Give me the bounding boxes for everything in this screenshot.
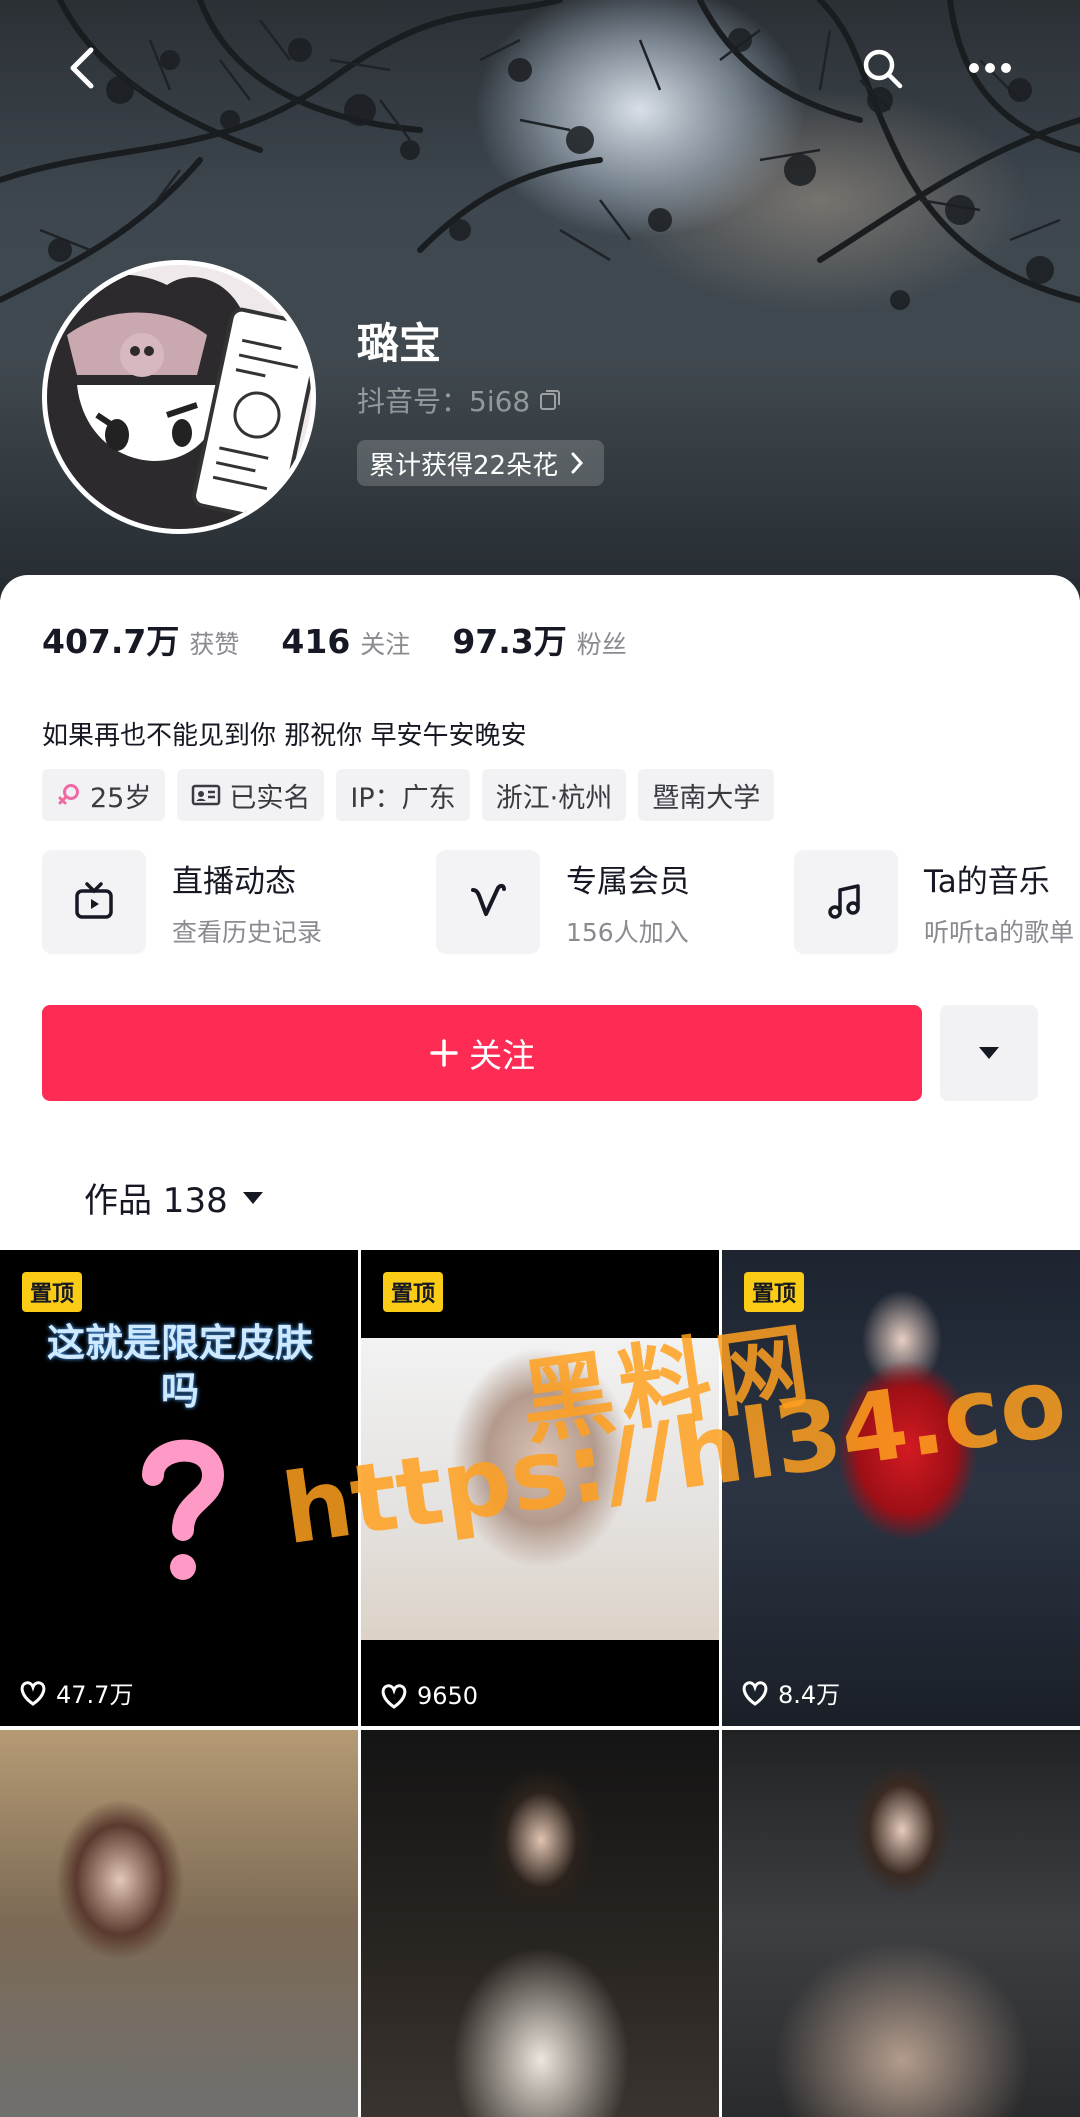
back-button[interactable] [52,38,112,98]
follow-label: 关注 [469,1036,535,1075]
more-options-button[interactable] [960,38,1020,98]
feature-icon-box [42,850,146,954]
stat-value: 97.3万 [452,622,567,661]
stat-value: 407.7万 [42,622,180,661]
stat-label: 获赞 [189,630,240,659]
caret-down-icon [242,1191,263,1204]
v-badge-icon [471,883,506,916]
stat-label: 关注 [360,630,411,659]
video-thumbnail[interactable]: 置顶 8.4万 [722,1250,1080,1726]
profile-card: 407.7万 获赞 416 关注 97.3万 粉丝 如果再也不能见到你 那祝你 … [0,575,1080,1245]
profile-tags: 25岁 已实名 IP：广东 浙江·杭州 暨南大学 [42,769,775,821]
caret-down-icon [979,1047,999,1059]
heart-icon [742,1680,768,1706]
copy-icon [540,390,561,410]
search-button[interactable] [852,38,912,98]
tag-label: 暨南大学 [652,782,761,814]
feature-text: 专属会员 156人加入 [566,856,690,949]
thumbnail-image [0,1730,358,2117]
works-grid: 这就是限定皮肤吗 置顶 47.7万 置顶 9650 置顶 8.4万 [0,1250,1080,2117]
like-count-text: 47.7万 [56,1681,134,1709]
like-count-text: 8.4万 [778,1681,841,1709]
stat-value: 416 [281,622,351,661]
stat-likes: 407.7万 获赞 [42,615,239,663]
works-tab-label: 作品 138 [84,1181,228,1221]
follow-button[interactable]: 关注 [42,1005,922,1101]
video-thumbnail[interactable] [722,1730,1080,2117]
feature-text: 直播动态 查看历史记录 [172,856,322,949]
pinned-badge: 置顶 [383,1272,444,1312]
tag-age: 25岁 [42,769,166,821]
like-count: 47.7万 [18,1675,133,1710]
pinned-badge: 置顶 [744,1272,805,1312]
chevron-left-icon [70,47,94,89]
chevron-right-icon [571,452,584,474]
pinned-badge: 置顶 [22,1272,83,1312]
feature-membership[interactable]: 专属会员 156人加入 [436,847,690,957]
feature-icon-box [794,850,898,954]
douyin-id-text: 抖音号：5i68 [357,385,531,418]
video-thumbnail[interactable]: 这就是限定皮肤吗 置顶 47.7万 [0,1250,358,1726]
avatar-illustration [47,265,311,529]
video-thumbnail[interactable]: 置顶 9650 [361,1250,719,1726]
nickname: 璐宝 [357,319,442,368]
plus-icon [430,1039,458,1067]
feature-subtitle: 查看历史记录 [172,917,323,947]
stat-following[interactable]: 416 关注 [281,622,410,661]
tag-label: 已实名 [229,782,311,814]
tv-icon [75,882,113,919]
bio-text: 如果再也不能见到你 那祝你 早安午安晚安 [42,721,527,751]
thumbnail-image [361,1338,719,1640]
thumbnail-image [361,1730,719,2117]
tag-location: 浙江·杭州 [481,769,627,821]
tag-label: IP：广东 [350,782,456,814]
more-dots-icon [969,63,1011,73]
like-count: 9650 [379,1682,478,1710]
feature-title: Ta的音乐 [924,863,1050,900]
feature-live-history[interactable]: 直播动态 查看历史记录 [42,847,322,957]
flowers-label: 累计获得22朵花 [369,450,559,481]
feature-title: 直播动态 [172,863,296,900]
profile-banner: 璐宝 抖音号：5i68 累计获得22朵花 [0,0,1080,600]
tab-works[interactable]: 作品 138 [84,1173,264,1222]
music-note-icon [828,884,860,919]
tag-verified: 已实名 [177,769,325,821]
thumbnail-caption: 这就是限定皮肤吗 [46,1321,313,1413]
video-thumbnail[interactable] [0,1730,358,2117]
heart-icon [20,1680,46,1706]
female-gender-icon [58,784,79,805]
tag-label: 浙江·杭州 [495,782,613,814]
feature-subtitle: 听听ta的歌单 [924,917,1075,947]
recommend-dropdown-button[interactable] [940,1005,1038,1101]
feature-music[interactable]: Ta的音乐 听听ta的歌单 [794,847,1074,957]
id-card-icon [192,784,221,806]
heart-icon [381,1684,407,1709]
search-icon [863,49,903,89]
feature-subtitle: 156人加入 [566,917,689,947]
thumbnail-image [722,1730,1080,2117]
feature-icon-box [436,850,540,954]
tag-label: 25岁 [90,782,152,814]
thumbnail-image [722,1250,1080,1726]
flowers-chip[interactable]: 累计获得22朵花 [357,440,605,486]
question-mark-graphic [142,1439,225,1580]
like-count-text: 9650 [417,1682,479,1710]
stat-label: 粉丝 [576,630,627,659]
tag-school[interactable]: 暨南大学 [638,769,775,821]
douyin-id[interactable]: 抖音号：5i68 [357,380,562,420]
feature-shortcuts: 直播动态 查看历史记录 专属会员 156人加入 Ta的音乐 听听ta的歌单 [42,847,1080,957]
feature-title: 专属会员 [566,863,690,900]
like-count: 8.4万 [740,1675,840,1710]
avatar[interactable] [42,260,316,534]
tag-ip: IP：广东 [336,769,470,821]
video-thumbnail[interactable] [361,1730,719,2117]
stat-followers[interactable]: 97.3万 粉丝 [452,615,626,663]
feature-text: Ta的音乐 听听ta的歌单 [924,856,1074,949]
stats-row: 407.7万 获赞 416 关注 97.3万 粉丝 [42,615,669,663]
